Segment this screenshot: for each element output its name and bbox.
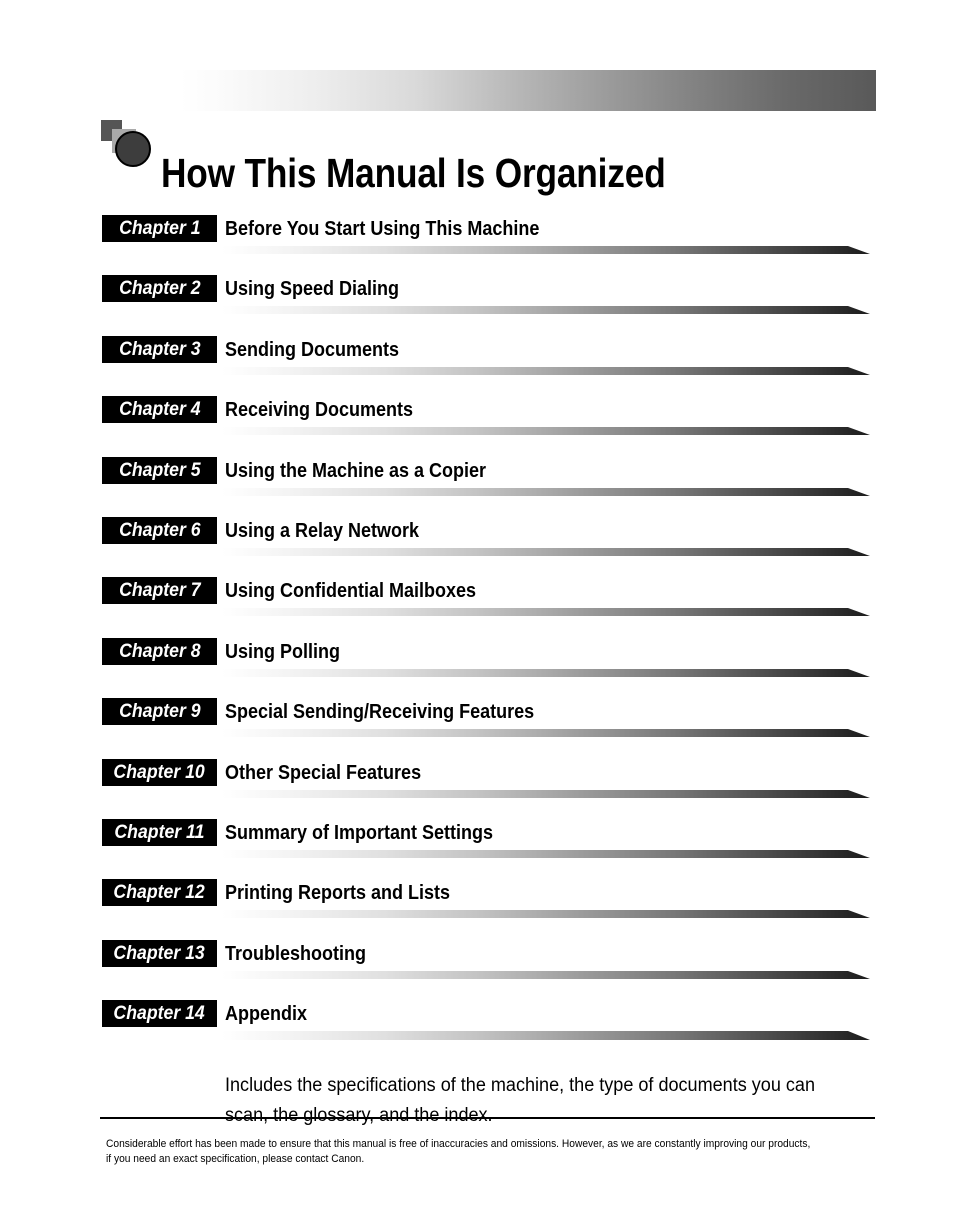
chapter-title: Using a Relay Network (225, 520, 420, 542)
chapter-gradient-bar (222, 789, 870, 801)
chapter-number-badge[interactable]: Chapter 4 (102, 396, 217, 424)
chapter-title: Using Speed Dialing (225, 278, 400, 301)
chapter-number-badge[interactable]: Chapter 1 (102, 215, 217, 242)
chapter-row[interactable]: Chapter 4 Receiving Documents (0, 396, 954, 442)
chapter-title: Summary of Important Settings (225, 822, 494, 844)
chapter-row[interactable]: Chapter 5 Using the Machine as a Copier (0, 456, 954, 503)
chapter-title: Special Sending/Receiving Features (225, 701, 535, 724)
chapter-number-label: Chapter 5 (118, 459, 201, 481)
chapter-gradient-bar (222, 970, 870, 982)
chapter-number-label: Chapter 11 (114, 822, 205, 843)
chapter-row[interactable]: Chapter 6 Using a Relay Network (0, 517, 954, 563)
chapter-number-label: Chapter 6 (118, 520, 201, 541)
chapter-number-badge[interactable]: Chapter 2 (102, 275, 217, 303)
chapter-number-label: Chapter 12 (113, 882, 206, 904)
chapter-gradient-bar (222, 668, 870, 680)
chapter-title: Sending Documents (225, 338, 400, 361)
chapter-row[interactable]: Chapter 10 Other Special Features (0, 758, 954, 805)
manual-logo-icon (101, 120, 163, 168)
chapter-number-badge[interactable]: Chapter 11 (102, 819, 217, 846)
chapter-title: Using the Machine as a Copier (225, 459, 487, 482)
chapter-gradient-bar (222, 487, 870, 499)
chapter-row[interactable]: Chapter 3 Sending Documents (0, 335, 954, 382)
chapter-number-badge[interactable]: Chapter 10 (102, 758, 217, 786)
page-title: How This Manual Is Organized (161, 150, 666, 197)
chapter-gradient-bar (222, 245, 870, 257)
chapter-number-badge[interactable]: Chapter 3 (102, 335, 217, 363)
chapter-row[interactable]: Chapter 14 Appendix (0, 1000, 954, 1046)
chapter-number-label: Chapter 1 (118, 218, 201, 239)
chapter-number-badge[interactable]: Chapter 8 (102, 637, 217, 665)
chapter-gradient-bar (222, 909, 870, 921)
chapter-title: Appendix (225, 1003, 308, 1026)
chapter-number-label: Chapter 2 (118, 278, 201, 300)
chapter-number-badge[interactable]: Chapter 7 (102, 577, 217, 605)
chapter-number-label: Chapter 8 (118, 640, 201, 662)
chapter-row[interactable]: Chapter 8 Using Polling (0, 637, 954, 684)
chapter-row[interactable]: Chapter 13 Troubleshooting (0, 939, 954, 986)
chapter-title: Before You Start Using This Machine (225, 218, 540, 240)
chapter-gradient-bar (222, 426, 870, 438)
chapter-number-label: Chapter 13 (113, 942, 206, 964)
chapter-row[interactable]: Chapter 9 Special Sending/Receiving Featu… (0, 698, 954, 744)
chapter-number-label: Chapter 7 (118, 580, 201, 602)
chapter-number-label: Chapter 9 (118, 701, 201, 723)
chapter-title: Using Confidential Mailboxes (225, 580, 477, 603)
appendix-description: Includes the specifications of the machi… (225, 1075, 815, 1126)
chapter-row[interactable]: Chapter 2 Using Speed Dialing (0, 275, 954, 321)
chapter-gradient-bar (222, 728, 870, 740)
chapter-gradient-bar (222, 366, 870, 378)
chapter-number-label: Chapter 14 (113, 1003, 206, 1025)
header-gradient-bar (180, 70, 876, 111)
chapter-gradient-bar (222, 1030, 870, 1042)
chapter-gradient-bar (222, 305, 870, 317)
chapter-row[interactable]: Chapter 1 Before You Start Using This Mac… (0, 215, 954, 261)
chapter-row[interactable]: Chapter 7 Using Confidential Mailboxes (0, 577, 954, 623)
footer-disclaimer: Considerable effort has been made to ens… (106, 1138, 811, 1165)
chapter-number-badge[interactable]: Chapter 12 (102, 879, 217, 907)
chapter-number-label: Chapter 4 (118, 399, 201, 421)
chapter-number-label: Chapter 10 (113, 761, 206, 783)
chapter-number-badge[interactable]: Chapter 6 (102, 517, 217, 544)
footer-divider (100, 1117, 875, 1119)
chapter-number-badge[interactable]: Chapter 14 (102, 1000, 217, 1028)
chapter-number-badge[interactable]: Chapter 5 (102, 456, 217, 484)
chapter-title: Printing Reports and Lists (225, 882, 451, 905)
chapter-title: Using Polling (225, 640, 341, 663)
chapter-gradient-bar (222, 547, 870, 559)
chapter-title: Receiving Documents (225, 399, 414, 422)
chapter-title: Other Special Features (225, 761, 422, 784)
chapter-row[interactable]: Chapter 12 Printing Reports and Lists (0, 879, 954, 925)
chapter-number-label: Chapter 3 (118, 338, 201, 360)
chapter-number-badge[interactable]: Chapter 13 (102, 939, 217, 967)
chapter-title: Troubleshooting (225, 942, 366, 965)
chapter-number-badge[interactable]: Chapter 9 (102, 698, 217, 726)
chapter-row[interactable]: Chapter 11 Summary of Important Settings (0, 819, 954, 865)
logo-circle-icon (115, 131, 151, 167)
chapter-gradient-bar (222, 607, 870, 619)
chapter-gradient-bar (222, 849, 870, 861)
